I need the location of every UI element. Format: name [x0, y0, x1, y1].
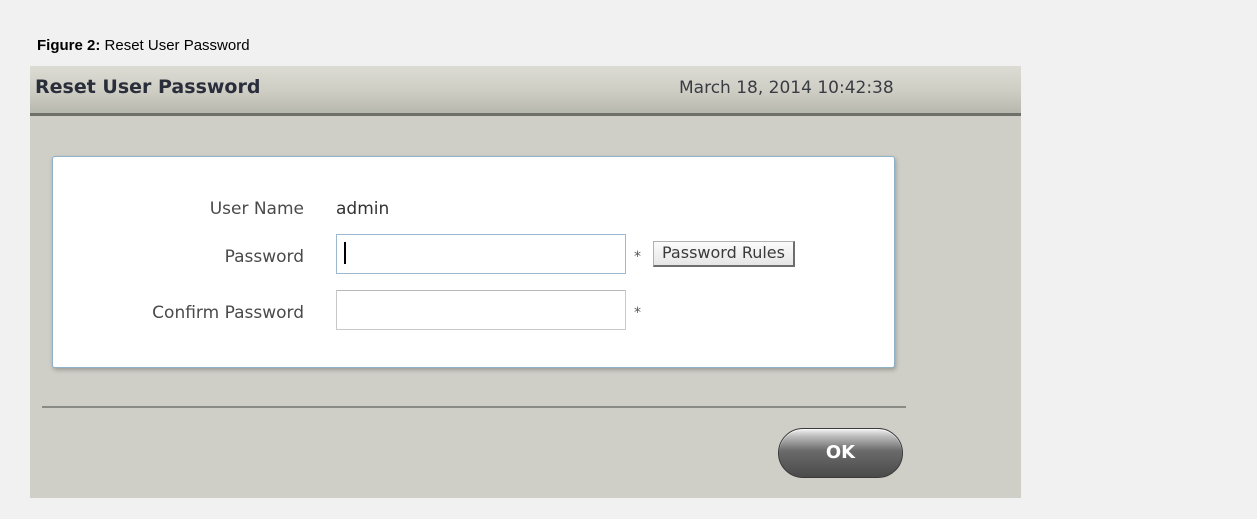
password-label: Password [224, 247, 304, 267]
footer-divider [42, 406, 906, 408]
confirm-required-marker: * [634, 305, 641, 321]
confirm-password-label: Confirm Password [152, 303, 304, 323]
title-bar: Reset User Password March 18, 2014 10:42… [30, 66, 1021, 116]
ok-button[interactable]: OK [778, 428, 903, 478]
datetime-display: March 18, 2014 10:42:38 [679, 78, 894, 98]
window-title: Reset User Password [35, 76, 261, 98]
reset-password-window: Reset User Password March 18, 2014 10:42… [30, 66, 1021, 498]
figure-caption-label: Figure 2: [37, 37, 101, 54]
form-panel: User Name admin Password * Password Rule… [52, 156, 895, 368]
text-caret [344, 242, 346, 264]
confirm-password-input[interactable] [336, 290, 626, 330]
username-value: admin [336, 199, 390, 219]
figure-caption: Figure 2: Reset User Password [37, 37, 250, 54]
username-label: User Name [209, 199, 304, 219]
password-input[interactable] [336, 234, 626, 274]
password-required-marker: * [634, 249, 641, 265]
figure-caption-text: Reset User Password [104, 37, 250, 54]
password-rules-button[interactable]: Password Rules [653, 241, 795, 267]
